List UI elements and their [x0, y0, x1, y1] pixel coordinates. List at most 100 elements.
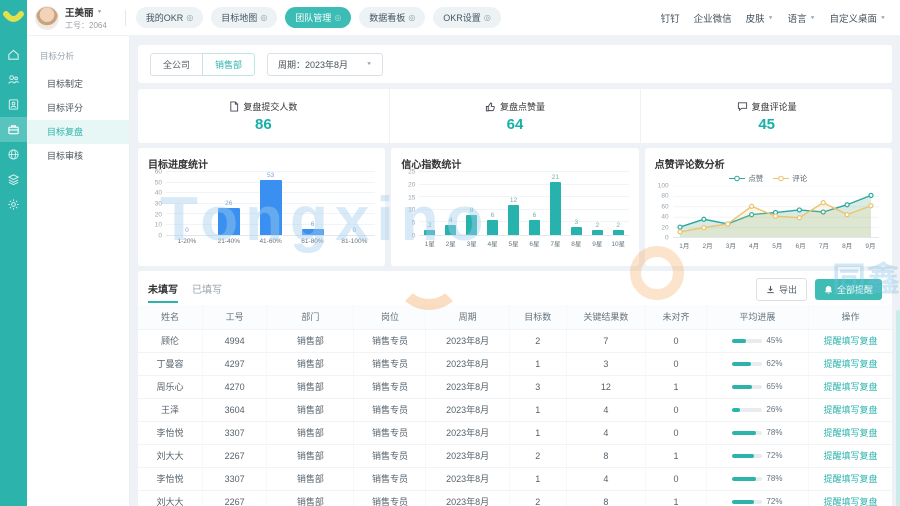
nav-my-okr[interactable]: 我的OKR◎	[136, 7, 204, 28]
progress-bar	[732, 500, 762, 504]
user-profile[interactable]: 王美丽▼ 工号：2064	[27, 5, 115, 31]
legend-评论[interactable]: 评论	[773, 173, 807, 184]
tab-not-filled[interactable]: 未填写	[148, 281, 178, 303]
legend-点赞[interactable]: 点赞	[729, 173, 763, 184]
custom-desktop-menu[interactable]: 自定义桌面▼	[830, 11, 886, 25]
sidebar-item-goal-review[interactable]: 目标复盘	[27, 120, 129, 144]
sidebar-item-goal-setting[interactable]: 目标制定	[27, 72, 129, 96]
chevron-down-icon: ▼	[366, 62, 372, 67]
charts-row: 目标进度统计 0102030405060 0 26 53 6 0 1-20%21…	[138, 148, 892, 266]
remind-fill-review-link[interactable]: 提醒填写复盘	[824, 451, 878, 461]
language-menu[interactable]: 语言▼	[788, 11, 816, 25]
cell-id: 2267	[202, 490, 266, 506]
stat-review-comments: 复盘评论量 45	[640, 89, 892, 143]
comment-icon	[737, 101, 748, 112]
skin-menu[interactable]: 皮肤▼	[746, 11, 774, 25]
column-header: 平均进展	[706, 305, 808, 329]
remind-fill-review-link[interactable]: 提醒填写复盘	[824, 336, 878, 346]
chart-title: 信心指数统计	[401, 156, 628, 172]
bar-1星: 2	[419, 172, 440, 235]
cell-dept: 销售部	[267, 375, 354, 398]
cell-progress: 72%	[706, 490, 808, 506]
nav-goal-map[interactable]: 目标地图◎	[211, 7, 277, 28]
sidebar-item-goal-scoring[interactable]: 目标评分	[27, 96, 129, 120]
progress-bar	[732, 431, 762, 435]
cell-goals: 1	[509, 467, 566, 490]
cell-position: 销售专员	[354, 467, 426, 490]
wecom-link[interactable]: 企业微信	[694, 11, 732, 25]
cell-id: 2267	[202, 444, 266, 467]
rail-briefcase[interactable]	[0, 117, 27, 142]
progress-bar	[732, 454, 762, 458]
period-select[interactable]: 周期：2023年8月 ▼	[267, 53, 383, 76]
rail-org[interactable]	[0, 67, 27, 92]
bar-5星: 12	[503, 172, 524, 235]
chart-likes-comments: 点赞评论数分析 点赞 评论 020406080100 1月2月3月4月5月6月7…	[645, 148, 892, 266]
dingtalk-link[interactable]: 钉钉	[661, 11, 680, 25]
topbar: 王美丽▼ 工号：2064 我的OKR◎ 目标地图◎ 团队管理◎ 数据看板◎ OK…	[0, 0, 900, 36]
rail-profile[interactable]	[0, 92, 27, 117]
cell-key-results: 12	[566, 375, 646, 398]
column-header: 部门	[267, 305, 354, 329]
cell-name: 顾伦	[138, 329, 202, 352]
cell-period: 2023年8月	[426, 329, 509, 352]
cell-id: 3307	[202, 421, 266, 444]
rail-settings[interactable]	[0, 192, 27, 217]
nav-okr-settings[interactable]: OKR设置◎	[433, 7, 501, 28]
cell-key-results: 8	[566, 444, 646, 467]
cell-key-results: 3	[566, 352, 646, 375]
remind-fill-review-link[interactable]: 提醒填写复盘	[824, 359, 878, 369]
rail-home[interactable]	[0, 42, 27, 67]
remind-fill-review-link[interactable]: 提醒填写复盘	[824, 382, 878, 392]
remind-all-button[interactable]: 全部提醒	[815, 279, 882, 300]
remind-fill-review-link[interactable]: 提醒填写复盘	[824, 474, 878, 484]
cell-unaligned: 1	[646, 490, 707, 506]
target-icon: ◎	[408, 14, 415, 22]
rail-globe[interactable]	[0, 142, 27, 167]
app-logo[interactable]	[0, 0, 27, 36]
sidebar-item-goal-audit[interactable]: 目标审核	[27, 144, 129, 168]
download-icon	[766, 285, 775, 294]
cell-period: 2023年8月	[426, 444, 509, 467]
cell-name: 丁曼容	[138, 352, 202, 375]
bar-4星: 6	[482, 172, 503, 235]
nav-team-manage[interactable]: 团队管理◎	[285, 7, 351, 28]
scrollbar[interactable]	[896, 310, 900, 506]
cell-dept: 销售部	[267, 421, 354, 444]
bar-chart-confidence: 0510152025 2 4 8 6 12 6 21 3 2 2 1星2星3星4…	[401, 172, 628, 248]
cell-goals: 3	[509, 375, 566, 398]
cell-name: 周乐心	[138, 375, 202, 398]
cell-goals: 1	[509, 398, 566, 421]
stat-review-likes: 复盘点赞量 64	[389, 89, 641, 143]
stat-value: 86	[255, 116, 272, 133]
progress-bar	[732, 339, 762, 343]
cell-position: 销售专员	[354, 375, 426, 398]
table-row: 刘大大 2267 销售部 销售专员 2023年8月 2 8 1 72% 提醒填写…	[138, 490, 892, 506]
nav-data-board[interactable]: 数据看板◎	[359, 7, 425, 28]
bar-81-100%: 0	[333, 172, 375, 235]
bar-9星: 2	[587, 172, 608, 235]
chevron-down-icon: ▼	[880, 15, 886, 20]
remind-fill-review-link[interactable]: 提醒填写复盘	[824, 428, 878, 438]
remind-fill-review-link[interactable]: 提醒填写复盘	[824, 497, 878, 506]
column-header: 周期	[426, 305, 509, 329]
export-button[interactable]: 导出	[756, 278, 807, 301]
scope-sales-dept[interactable]: 销售部	[202, 53, 255, 76]
column-header: 未对齐	[646, 305, 707, 329]
cell-dept: 销售部	[267, 467, 354, 490]
review-table-card: 未填写 已填写 导出 全部提醒 姓名工号部门岗位周期目标数关键结果数未对齐平均进…	[138, 271, 892, 506]
target-icon: ◎	[260, 14, 267, 22]
cell-key-results: 4	[566, 398, 646, 421]
scope-all-company[interactable]: 全公司	[150, 53, 203, 76]
cell-id: 4994	[202, 329, 266, 352]
chevron-down-icon: ▼	[810, 15, 816, 20]
bar-6星: 6	[524, 172, 545, 235]
bar-1-20%: 0	[166, 172, 208, 235]
topbar-right: 钉钉 企业微信 皮肤▼ 语言▼ 自定义桌面▼	[661, 11, 900, 25]
bar-3星: 8	[461, 172, 482, 235]
cell-progress: 78%	[706, 421, 808, 444]
tab-filled[interactable]: 已填写	[192, 281, 222, 303]
icon-rail	[0, 36, 27, 506]
remind-fill-review-link[interactable]: 提醒填写复盘	[824, 405, 878, 415]
rail-layers[interactable]	[0, 167, 27, 192]
